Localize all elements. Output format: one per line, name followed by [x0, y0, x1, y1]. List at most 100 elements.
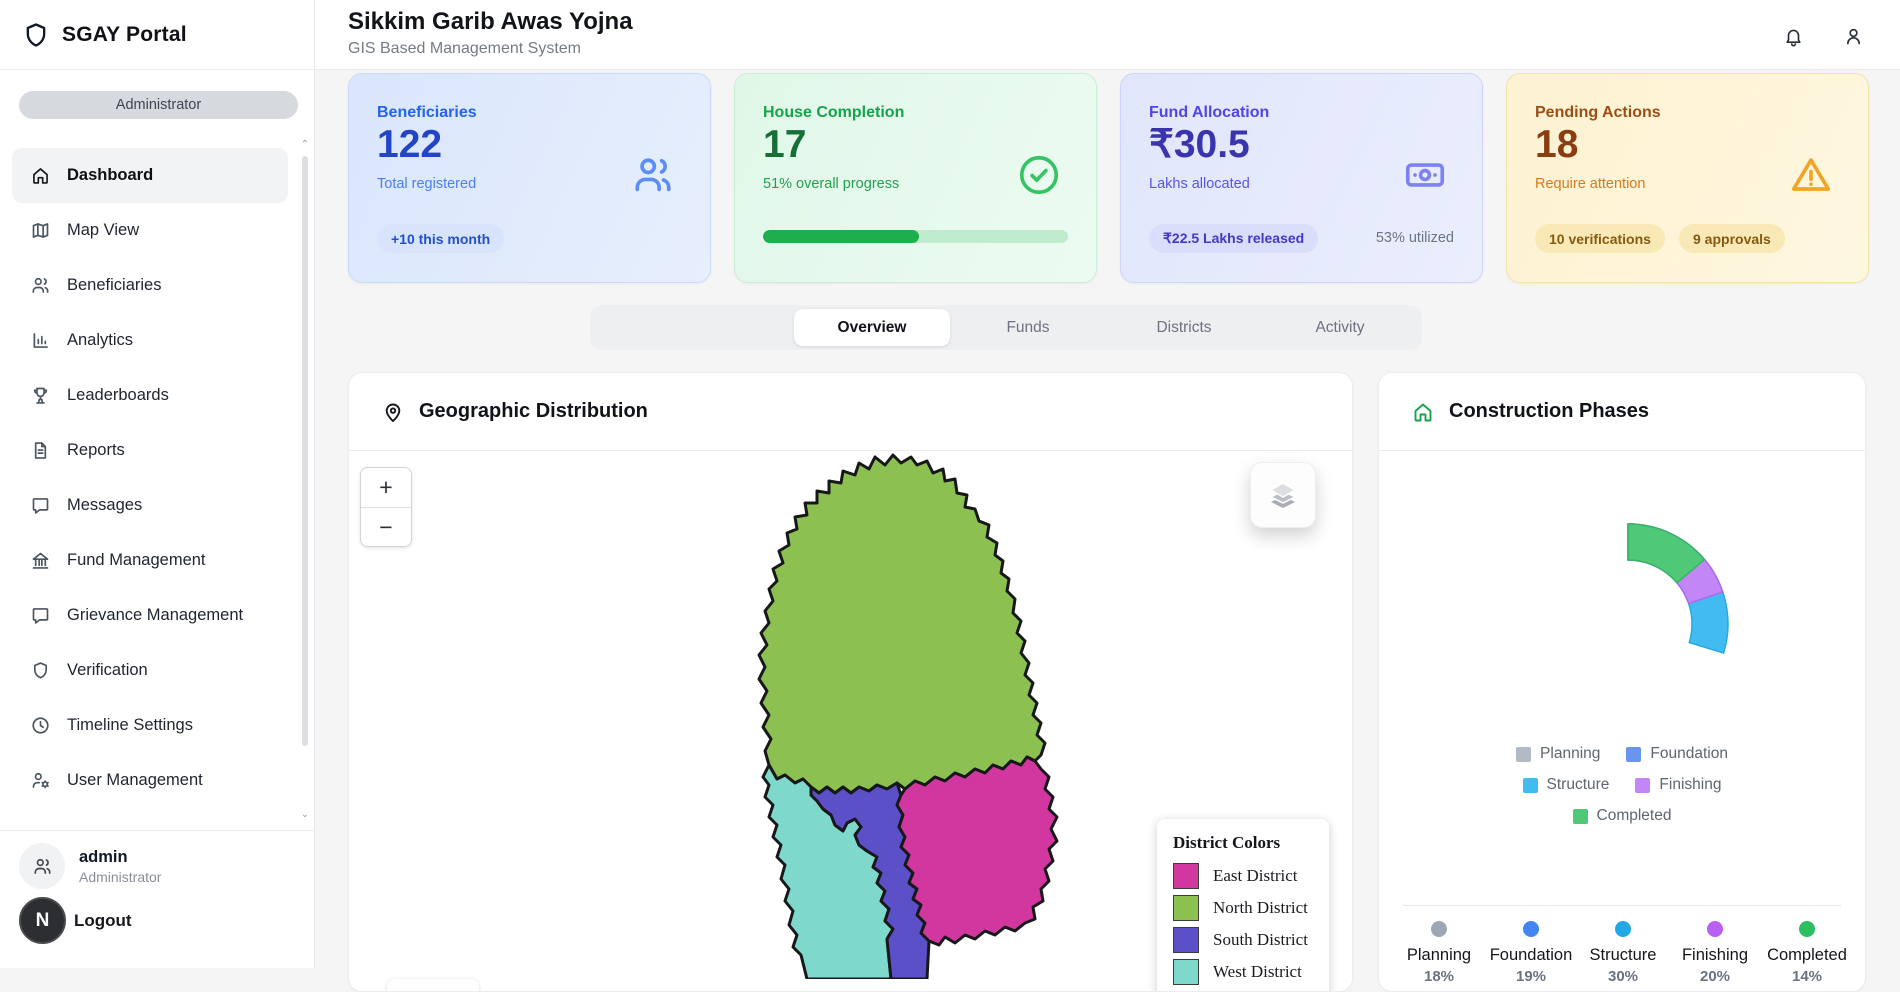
top-header: Sikkim Garib Awas Yojna GIS Based Manage…: [315, 0, 1900, 70]
legend-item-south: South District: [1173, 927, 1315, 953]
shield-icon: [30, 660, 51, 681]
role-badge: Administrator: [19, 91, 298, 119]
stat-foundation: Foundation19%: [1485, 921, 1577, 985]
message-icon: [30, 495, 51, 516]
map-layers-button[interactable]: [1250, 462, 1316, 528]
panel-header: Construction Phases: [1379, 373, 1865, 451]
panel-title: Construction Phases: [1449, 400, 1649, 423]
sidebar-item-user-management[interactable]: User Management: [12, 753, 288, 808]
map-canvas[interactable]: + − District Colors East District North …: [349, 451, 1352, 992]
user-name: admin: [79, 848, 161, 867]
west-swatch: [1173, 959, 1199, 985]
trophy-icon: [30, 385, 51, 406]
user-icon: [1843, 26, 1864, 47]
stat-planning: Planning18%: [1393, 921, 1485, 985]
bell-icon: [1783, 26, 1804, 47]
clock-icon: [30, 715, 51, 736]
scroll-down-icon[interactable]: ⌄: [300, 810, 310, 820]
sidebar-divider: [0, 830, 314, 831]
users-icon: [630, 152, 676, 203]
district-shape-north[interactable]: [759, 455, 1045, 793]
sidebar-item-messages[interactable]: Messages: [12, 478, 288, 533]
monthly-change-badge: +10 this month: [377, 224, 504, 253]
north-swatch: [1173, 895, 1199, 921]
legend-foundation: Foundation: [1626, 745, 1728, 763]
tab-funds[interactable]: Funds: [950, 309, 1106, 346]
legend-title: District Colors: [1173, 833, 1315, 853]
district-colors-legend: District Colors East District North Dist…: [1157, 819, 1329, 992]
user-cog-icon: [30, 770, 51, 791]
user-role: Administrator: [79, 869, 161, 885]
notifications-button[interactable]: [1775, 18, 1811, 54]
layers-icon: [1263, 475, 1303, 515]
legend-item-north: North District: [1173, 895, 1315, 921]
avatar: [19, 843, 65, 889]
map-attribution-box: [387, 979, 479, 992]
progress-fill: [763, 230, 919, 243]
sidebar: SGAY Portal Administrator Dashboard Map …: [0, 0, 315, 968]
bar-chart-icon: [30, 330, 51, 351]
check-circle-icon: [1016, 152, 1062, 203]
app-logo: SGAY Portal: [0, 0, 314, 70]
tab-overview[interactable]: Overview: [794, 309, 950, 346]
current-user: admin Administrator: [19, 843, 161, 889]
sidebar-item-analytics[interactable]: Analytics: [12, 313, 288, 368]
completion-progress-bar: [763, 230, 1068, 243]
page-title: Sikkim Garib Awas Yojna: [348, 8, 633, 36]
main-tabs: Overview Funds Districts Activity: [590, 305, 1422, 350]
panel-header: Geographic Distribution: [349, 373, 1352, 451]
map-zoom-control: + −: [360, 467, 412, 547]
verifications-badge: 10 verifications: [1535, 224, 1665, 253]
panel-title: Geographic Distribution: [419, 400, 648, 423]
card-value: 18: [1535, 120, 1578, 170]
scrollbar-thumb[interactable]: [302, 156, 308, 746]
sidebar-nav: Dashboard Map View Beneficiaries Analyti…: [0, 148, 314, 808]
sikkim-district-map[interactable]: [659, 449, 1059, 979]
bank-icon: [30, 550, 51, 571]
sidebar-item-leaderboards[interactable]: Leaderboards: [12, 368, 288, 423]
construction-phases-panel: Construction Phases Planning Foundation …: [1378, 372, 1866, 992]
stat-completed: Completed14%: [1761, 921, 1853, 985]
banknote-icon: [1402, 152, 1448, 203]
sidebar-item-map-view[interactable]: Map View: [12, 203, 288, 258]
stat-finishing: Finishing20%: [1669, 921, 1761, 985]
scroll-up-icon[interactable]: ⌃: [300, 140, 310, 150]
approvals-badge: 9 approvals: [1679, 224, 1785, 253]
stat-structure: Structure30%: [1577, 921, 1669, 985]
shield-logo-icon: [22, 21, 50, 49]
map-icon: [30, 220, 51, 241]
east-swatch: [1173, 863, 1199, 889]
sidebar-item-beneficiaries[interactable]: Beneficiaries: [12, 258, 288, 313]
message-icon: [30, 605, 51, 626]
south-swatch: [1173, 927, 1199, 953]
n-avatar-badge[interactable]: N: [19, 897, 66, 944]
sidebar-scrollbar[interactable]: ⌃ ⌄: [300, 140, 310, 820]
stat-card-house-completion: House Completion 17 51% overall progress: [734, 73, 1097, 283]
tab-activity[interactable]: Activity: [1262, 309, 1418, 346]
sidebar-item-dashboard[interactable]: Dashboard: [12, 148, 288, 203]
geographic-distribution-panel: Geographic Distribution + − District Col…: [348, 372, 1353, 992]
sidebar-item-grievance-management[interactable]: Grievance Management: [12, 588, 288, 643]
tab-districts[interactable]: Districts: [1106, 309, 1262, 346]
app-title: SGAY Portal: [62, 23, 187, 47]
file-text-icon: [30, 440, 51, 461]
legend-item-east: East District: [1173, 863, 1315, 889]
district-shape-east[interactable]: [897, 757, 1057, 945]
logout-label: Logout: [74, 911, 132, 931]
sidebar-item-timeline-settings[interactable]: Timeline Settings: [12, 698, 288, 753]
warning-triangle-icon: [1788, 152, 1834, 203]
sidebar-item-verification[interactable]: Verification: [12, 643, 288, 698]
card-value: 122: [377, 120, 442, 170]
sidebar-item-reports[interactable]: Reports: [12, 423, 288, 478]
utilized-label: 53% utilized: [1376, 230, 1454, 246]
card-subtitle: Total registered: [377, 176, 476, 192]
profile-button[interactable]: [1835, 18, 1871, 54]
sidebar-item-fund-management[interactable]: Fund Management: [12, 533, 288, 588]
card-value: 17: [763, 120, 806, 170]
page-subtitle: GIS Based Management System: [348, 40, 581, 58]
map-pin-icon: [381, 400, 405, 424]
zoom-out-button[interactable]: −: [361, 507, 411, 546]
logout-button[interactable]: N Logout: [19, 897, 132, 944]
zoom-in-button[interactable]: +: [361, 468, 411, 507]
phases-legend: Planning Foundation Structure Finishing …: [1379, 745, 1865, 825]
